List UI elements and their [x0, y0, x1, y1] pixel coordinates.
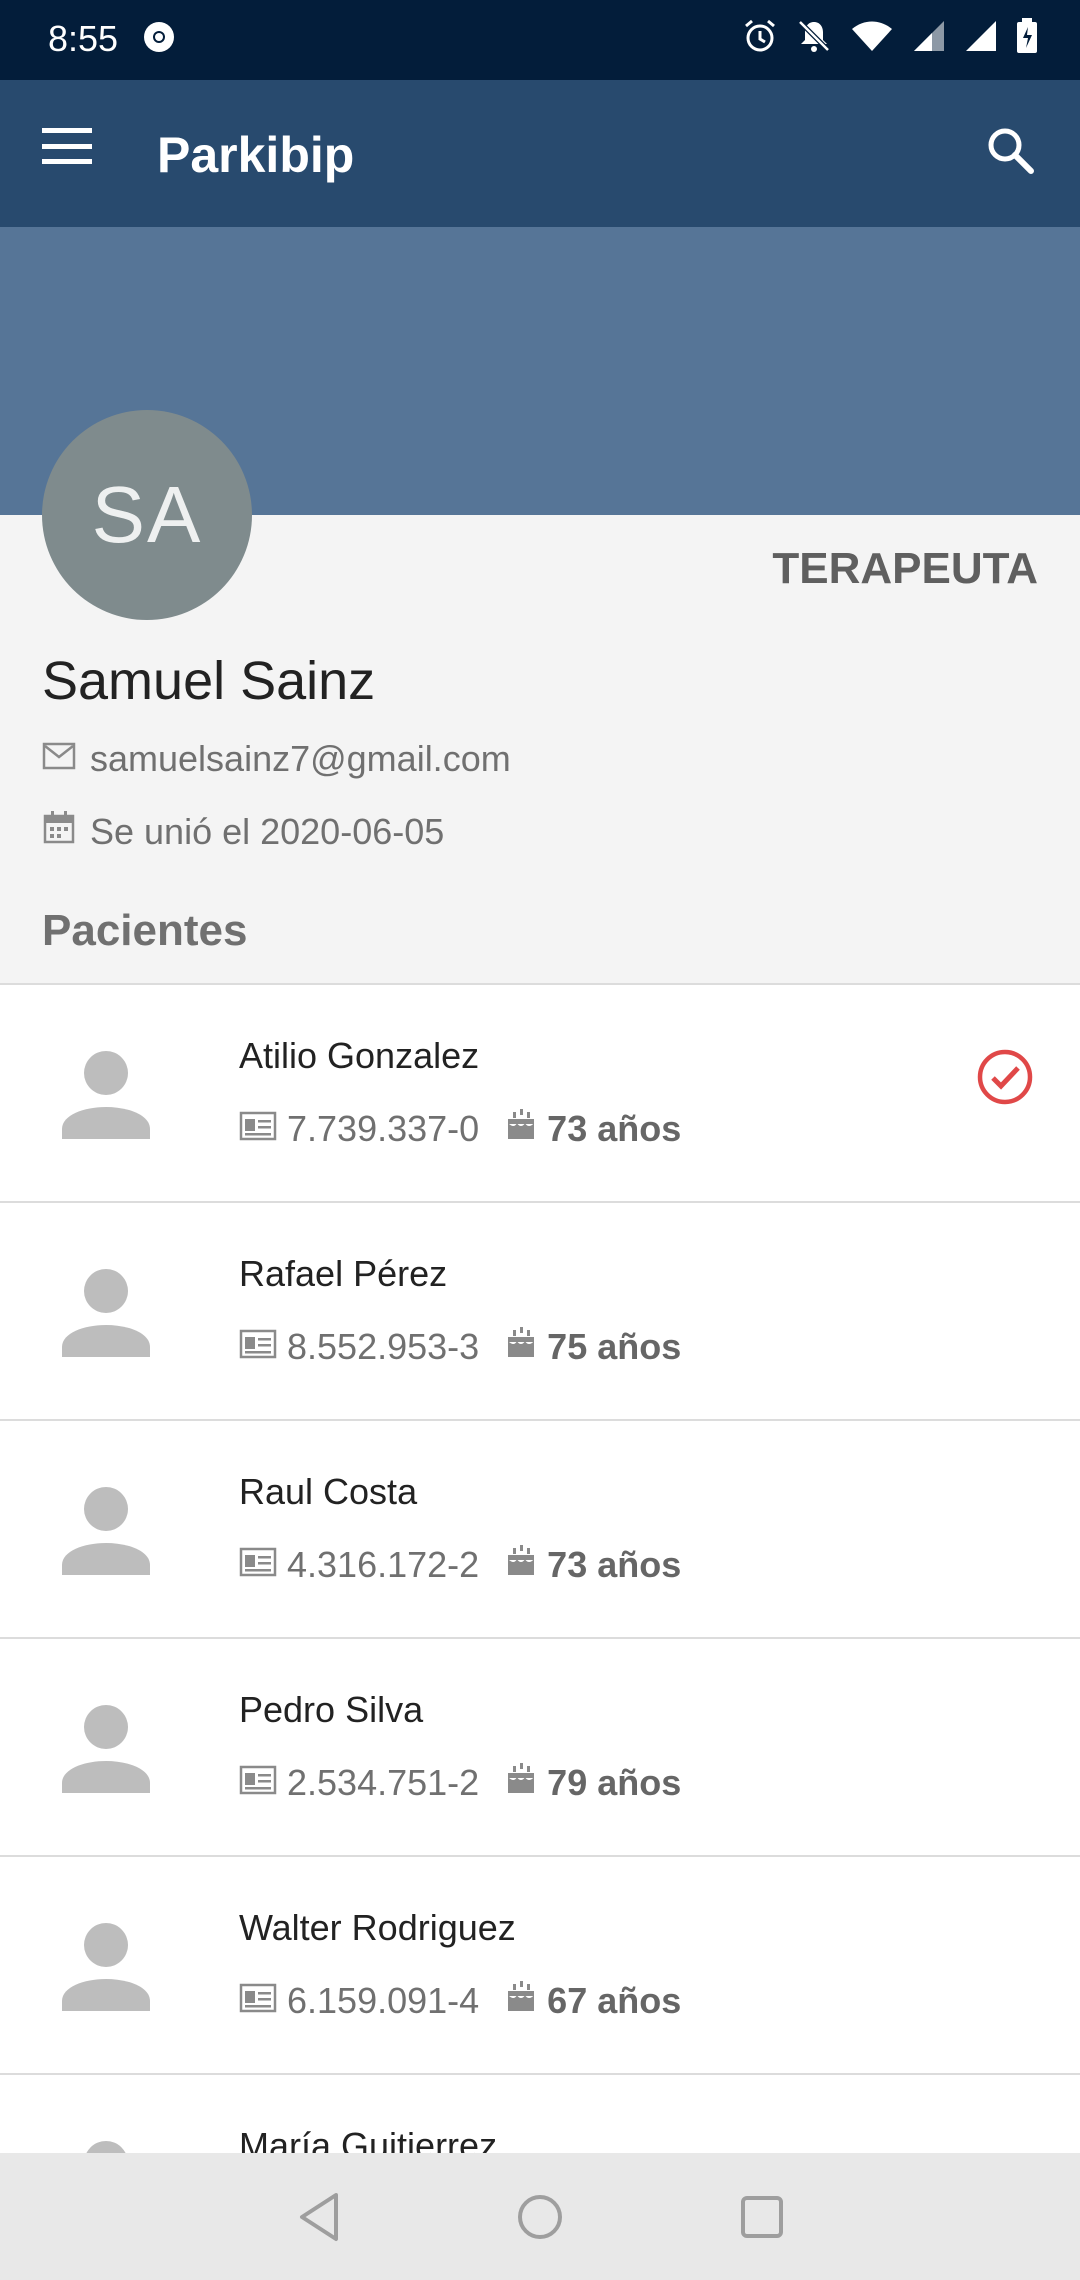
person-icon [60, 1701, 152, 1793]
cake-icon [505, 1107, 537, 1150]
person-icon [60, 1483, 152, 1575]
cake-icon [505, 1761, 537, 1804]
id-card-icon [239, 1544, 277, 1586]
cake-icon [505, 1325, 537, 1368]
patient-meta: 7.739.337-0 73 años [239, 1107, 681, 1150]
person-icon [60, 1047, 152, 1139]
patient-age: 67 años [547, 1979, 682, 2021]
patient-id: 4.316.172-2 [287, 1543, 480, 1585]
avatar: SA [42, 410, 252, 620]
id-card-icon [239, 1762, 277, 1804]
role-label: TERAPEUTA [772, 544, 1038, 593]
mail-icon [42, 738, 76, 780]
patient-row[interactable]: Atilio Gonzalez 7.739.337-0 73 años [0, 985, 1080, 1203]
patient-meta: 6.159.091-4 67 años [239, 1979, 681, 2022]
status-time: 8:55 [48, 18, 119, 59]
patients-list[interactable]: Atilio Gonzalez 7.739.337-0 73 años Rafa… [0, 983, 1080, 2153]
joined-text: Se unió el 2020-06-05 [90, 810, 445, 852]
patient-row[interactable]: Raul Costa 4.316.172-2 73 años [0, 1421, 1080, 1639]
patient-id: 2.534.751-2 [287, 1761, 480, 1803]
patient-row[interactable]: Rafael Pérez 8.552.953-3 75 años [0, 1203, 1080, 1421]
id-card-icon [239, 1980, 277, 2022]
back-icon[interactable] [292, 2189, 348, 2245]
signal-icon [912, 19, 946, 58]
patients-section-title: Pacientes [42, 906, 248, 955]
status-icons [742, 18, 1038, 59]
person-icon [60, 1265, 152, 1357]
patient-name: Raul Costa [239, 1471, 418, 1512]
email-text: samuelsainz7@gmail.com [90, 738, 511, 779]
patient-name: Pedro Silva [239, 1689, 424, 1730]
app-title: Parkibip [157, 127, 355, 183]
joined-row: Se unió el 2020-06-05 [42, 810, 444, 853]
patient-meta: 4.316.172-2 73 años [239, 1543, 681, 1586]
battery-icon [1016, 18, 1038, 59]
notifications-off-icon [796, 18, 832, 59]
patient-age: 73 años [547, 1543, 682, 1585]
patient-id: 7.739.337-0 [287, 1107, 480, 1149]
patient-age: 75 años [547, 1325, 682, 1367]
app-bar: Parkibip [0, 80, 1080, 227]
person-icon [60, 2137, 152, 2153]
patient-name: Rafael Pérez [239, 1253, 448, 1294]
signal-icon [964, 19, 998, 58]
wifi-icon [850, 19, 894, 58]
person-icon [60, 1919, 152, 2011]
patient-row[interactable]: María Guitierrez [0, 2075, 1080, 2153]
system-nav-bar [0, 2153, 1080, 2280]
patient-meta: 2.534.751-2 79 años [239, 1761, 681, 1804]
patient-age: 79 años [547, 1761, 682, 1803]
alarm-icon [742, 18, 778, 59]
cake-icon [505, 1979, 537, 2022]
email-row: samuelsainz7@gmail.com [42, 738, 511, 780]
status-bar: 8:55 [0, 0, 1080, 80]
patient-id: 6.159.091-4 [287, 1979, 480, 2021]
calendar-icon [42, 810, 76, 853]
patient-name: Walter Rodriguez [239, 1907, 516, 1948]
cake-icon [505, 1543, 537, 1586]
home-icon[interactable] [512, 2189, 568, 2245]
id-card-icon [239, 1326, 277, 1368]
recents-icon[interactable] [734, 2189, 790, 2245]
patient-age: 73 años [547, 1107, 682, 1149]
search-icon[interactable] [986, 126, 1042, 182]
patient-name: María Guitierrez [239, 2125, 498, 2153]
profile-name: Samuel Sainz [42, 651, 376, 711]
patient-row[interactable]: Pedro Silva 2.534.751-2 79 años [0, 1639, 1080, 1857]
menu-icon[interactable] [42, 128, 104, 178]
patient-id: 8.552.953-3 [287, 1325, 480, 1367]
check-circle-icon[interactable] [976, 1048, 1034, 1106]
id-card-icon [239, 1108, 277, 1150]
patient-name: Atilio Gonzalez [239, 1035, 480, 1076]
patient-meta: 8.552.953-3 75 años [239, 1325, 681, 1368]
patient-row[interactable]: Walter Rodriguez 6.159.091-4 67 años [0, 1857, 1080, 2075]
chrome-icon [142, 20, 176, 59]
